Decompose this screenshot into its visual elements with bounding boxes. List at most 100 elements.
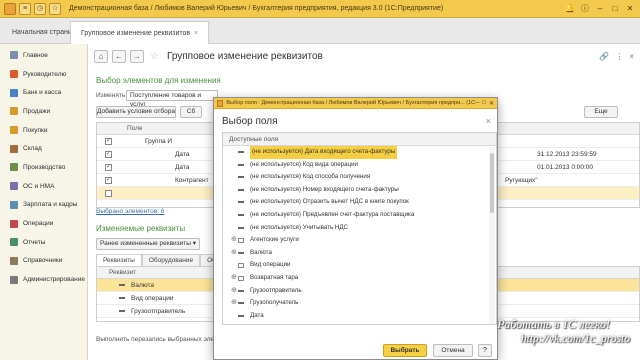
list-item[interactable]: Дата документа сторонней организации (223, 322, 496, 324)
minimize-icon[interactable]: – (476, 100, 479, 107)
selected-count-link[interactable]: Выбрано элементов: 6 (96, 208, 164, 215)
row-checkbox[interactable] (105, 190, 112, 197)
sidebar-item-label: Главное (23, 51, 48, 59)
expand-icon[interactable]: ⊕ (231, 247, 237, 260)
prev-changed-button[interactable]: Ранее измененные реквизиты ▾ (96, 238, 200, 250)
row-checkbox[interactable]: ✓ (105, 138, 112, 145)
sidebar-item[interactable]: Справочники (0, 252, 87, 271)
more-button[interactable]: Еще (584, 106, 618, 118)
row-checkbox[interactable]: ✓ (105, 151, 112, 158)
sidebar-item[interactable]: Производство (0, 158, 87, 177)
list-item[interactable]: Вид операции (223, 259, 496, 272)
list-item-label: (не используется) Учитывать НДС (250, 223, 349, 231)
tab-close-icon[interactable]: × (194, 30, 198, 37)
sidebar-item[interactable]: Зарплата и кадры (0, 196, 87, 215)
list-item[interactable]: ⊕ Валюта (223, 247, 496, 260)
link-icon[interactable]: 🔗 (599, 52, 609, 61)
info-icon[interactable]: ⓘ (579, 3, 591, 15)
sidebar-item[interactable]: Продажи (0, 102, 87, 121)
expand-icon[interactable]: ⊕ (231, 285, 237, 298)
row-checkbox[interactable]: ✓ (105, 177, 112, 184)
row-value: 31.12.2013 23:59:59 (537, 151, 597, 158)
list-item[interactable]: (не используется) Учитывать НДС (223, 222, 496, 235)
expand-icon[interactable]: ⊕ (231, 272, 237, 285)
row-label: Валюта (131, 282, 154, 289)
sidebar-item[interactable]: ОС и НМА (0, 177, 87, 196)
list-header: Доступные поля (223, 133, 496, 146)
list-item[interactable]: (не используется) Отразить вычет НДС в к… (223, 196, 496, 209)
list-item[interactable]: ⊕ Агентские услуги (223, 234, 496, 247)
bell-icon[interactable]: 🔔 (564, 3, 576, 15)
history-button[interactable]: ◷ (34, 2, 46, 15)
field-icon (238, 289, 244, 292)
close-icon[interactable]: ✕ (624, 3, 636, 15)
sidebar-item[interactable]: Банк и касса (0, 83, 87, 102)
list-item[interactable]: Дата (223, 310, 496, 323)
list-item-label: Грузоотправитель (250, 286, 302, 294)
scrollbar[interactable] (489, 147, 495, 324)
sidebar-item[interactable]: Склад (0, 139, 87, 158)
dialog-close-icon[interactable]: × (486, 116, 491, 126)
list-item[interactable]: (не используется) Номер входящего счета-… (223, 184, 496, 197)
select-button[interactable]: Выбрать (383, 344, 427, 357)
list-item-label: Дата (250, 311, 264, 319)
forward-nav-button[interactable]: → (130, 50, 144, 63)
close-icon[interactable]: ✕ (489, 100, 494, 107)
sidebar-item[interactable]: Администрирование (0, 270, 87, 289)
list-item[interactable]: (не используется) Дата входящего счета-ф… (223, 146, 496, 159)
change-object-field[interactable]: Поступление товаров и услуг (126, 90, 218, 108)
main-menu-button[interactable]: ≡ (19, 2, 31, 15)
list-item-label: (не используется) Дата входящего счета-ф… (250, 146, 398, 159)
row-checkbox[interactable]: ✓ (105, 164, 112, 171)
field-icon (238, 213, 244, 216)
sidebar-item[interactable]: Руководителю (0, 65, 87, 84)
help-button[interactable]: ? (478, 344, 492, 357)
expand-icon[interactable]: ⊕ (231, 297, 237, 310)
cancel-button[interactable]: Отмена (433, 344, 473, 357)
add-filter-button[interactable]: Добавить условие отбора (96, 106, 176, 118)
section-icon (10, 51, 18, 60)
watermark-line1: Работать в 1С легко! (497, 317, 610, 331)
sidebar-item[interactable]: Покупки (0, 121, 87, 140)
app-logo-icon (4, 2, 16, 15)
change-label: Изменять: (96, 92, 128, 99)
home-nav-button[interactable]: ⌂ (94, 50, 108, 63)
expand-icon[interactable]: ⊕ (231, 234, 237, 247)
tab-equipment[interactable]: Оборудование (141, 254, 201, 266)
section-selection-title: Выбор элементов для изменения (96, 76, 221, 85)
maximize-icon[interactable]: □ (609, 3, 621, 15)
row-label: Вид операции (131, 295, 174, 302)
dialog-titlebar: Выбор поля : Демонстрационная база / Люб… (214, 98, 497, 109)
window-titlebar: ≡ ◷ ☆ Демонстрационная база / Любимов Ва… (0, 0, 640, 18)
section-icon (10, 88, 18, 97)
sidebar-item-label: ОС и НМА (23, 182, 55, 190)
favorites-button[interactable]: ☆ (49, 2, 61, 15)
list-item[interactable]: (не используется) Предъявлен счет-фактур… (223, 209, 496, 222)
sidebar-item[interactable]: Отчеты (0, 233, 87, 252)
partial-button[interactable]: Сб (180, 106, 202, 118)
sidebar-item[interactable]: Операции (0, 214, 87, 233)
tab-group-change[interactable]: Групповое изменение реквизитов × (70, 21, 210, 44)
list-item-label: Дата документа сторонней организации (250, 322, 365, 324)
list-item[interactable]: (не используется) Код способа получения (223, 171, 496, 184)
field-icon (119, 297, 125, 299)
section-icon (10, 182, 18, 191)
section-attributes-title: Изменяемые реквизиты (96, 224, 186, 233)
list-item-label: Возвратная тара (250, 273, 299, 281)
list-item[interactable]: (не используется) Код вида операции (223, 159, 496, 172)
list-item[interactable]: ⊕ Грузополучатель (223, 297, 496, 310)
list-item[interactable]: ⊕ Возвратная тара (223, 272, 496, 285)
field-icon (238, 151, 244, 153)
list-item[interactable]: ⊕ Грузоотправитель (223, 285, 496, 298)
minimize-icon[interactable]: – (594, 3, 606, 15)
section-icon (10, 107, 18, 116)
scrollbar-thumb[interactable] (490, 153, 494, 213)
section-icon (10, 70, 18, 79)
back-nav-button[interactable]: ← (112, 50, 126, 63)
panel-close-icon[interactable]: × (629, 52, 634, 61)
sidebar-item[interactable]: Главное (0, 46, 87, 65)
favorite-star-icon[interactable]: ☆ (150, 51, 159, 62)
tab-attributes[interactable]: Реквизиты (96, 254, 142, 266)
maximize-icon[interactable]: □ (482, 100, 486, 107)
more-menu-icon[interactable]: ⋮ (615, 52, 623, 61)
